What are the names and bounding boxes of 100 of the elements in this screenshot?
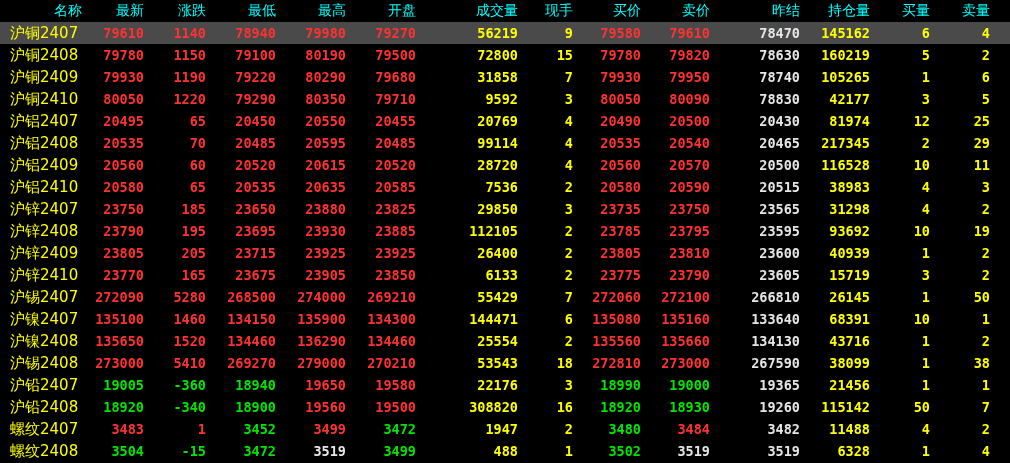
- table-cell-text: 20560: [102, 157, 144, 173]
- table-cell-text: 20590: [668, 179, 710, 195]
- table-cell-text: 16: [555, 399, 573, 415]
- contract-name: 沪铝2407: [10, 111, 80, 131]
- table-cell-text: 20465: [758, 135, 800, 151]
- table-cell-text: 1520: [172, 333, 206, 349]
- table-cell-text: 308820: [468, 399, 518, 415]
- table-cell-text: 79950: [668, 69, 710, 85]
- table-cell-text: 2: [980, 245, 990, 261]
- table-cell-text: 23650: [234, 201, 276, 217]
- table-cell-text: -15: [180, 443, 206, 459]
- quote-row[interactable]: 沪铜2410 80050 1220 79290 80350 79710 9592 3 80050 80090 78830 42177 3 5: [0, 88, 1010, 110]
- table-cell-text: 3: [563, 201, 573, 217]
- quote-row[interactable]: 沪镍2407 135100 1460 134150 135900 134300 144471 6 135080 135160 133640 68391 10 1: [0, 308, 1010, 330]
- table-cell-text: 267590: [750, 355, 800, 371]
- table-cell-text: 6: [980, 69, 990, 85]
- table-cell-text: 1: [920, 377, 930, 393]
- table-cell-text: 3502: [607, 443, 641, 459]
- quote-row[interactable]: 沪锌2407 23750 185 23650 23880 23825 29850 3 23735 23750 23565 31298 4 2: [0, 198, 1010, 220]
- quote-row[interactable]: 沪锡2407 272090 5280 268500 274000 269210 55429 7 272060 272100 266810 26145 1 50: [0, 286, 1010, 308]
- column-header[interactable]: 卖价: [641, 2, 710, 20]
- table-cell-text: 23775: [599, 267, 641, 283]
- table-cell-text: 2: [563, 179, 573, 195]
- table-cell-text: 23790: [102, 223, 144, 239]
- table-cell-text: 266810: [750, 289, 800, 305]
- table-cell-text: 185: [180, 201, 206, 217]
- table-cell-text: 1: [920, 289, 930, 305]
- quote-row[interactable]: 沪锌2410 23770 165 23675 23905 23850 6133 2 23775 23790 23605 15719 3 2: [0, 264, 1010, 286]
- table-cell-text: 135080: [591, 311, 641, 327]
- table-cell-text: 2: [563, 333, 573, 349]
- table-cell-text: 2: [563, 223, 573, 239]
- quote-row[interactable]: 沪铅2407 19005 -360 18940 19650 19580 22176 3 18990 19000 19365 21456 1 1: [0, 374, 1010, 396]
- table-cell-text: 80290: [304, 69, 346, 85]
- table-cell-text: 112105: [468, 223, 518, 239]
- quote-row[interactable]: 沪铜2409 79930 1190 79220 80290 79680 31858 7 79930 79950 78740 105265 1 6: [0, 66, 1010, 88]
- column-header[interactable]: 买量: [870, 2, 930, 20]
- table-cell-text: 1: [920, 355, 930, 371]
- table-cell-text: 15719: [828, 267, 870, 283]
- quote-row[interactable]: 沪铝2408 20535 70 20485 20595 20485 99114 4 20535 20540 20465 217345 2 29: [0, 132, 1010, 154]
- column-header[interactable]: 成交量: [416, 2, 518, 20]
- quote-row[interactable]: 沪铝2409 20560 60 20520 20615 20520 28720 4 20560 20570 20500 116528 10 11: [0, 154, 1010, 176]
- contract-name: 沪铝2408: [10, 133, 80, 153]
- table-cell-text: 217345: [820, 135, 870, 151]
- column-header[interactable]: 最低: [206, 2, 276, 20]
- table-cell-text: 20580: [599, 179, 641, 195]
- quote-row[interactable]: 沪铝2410 20580 65 20535 20635 20585 7536 2 20580 20590 20515 38983 4 3: [0, 176, 1010, 198]
- quote-row[interactable]: 沪铜2407 79610 1140 78940 79980 79270 56219 9 79580 79610 78470 145162 6 4: [0, 22, 1010, 44]
- column-header[interactable]: 最高: [276, 2, 346, 20]
- column-header[interactable]: 涨跌: [144, 2, 206, 20]
- table-cell-text: 23930: [304, 223, 346, 239]
- table-cell-text: 12: [912, 113, 930, 129]
- table-cell-text: 144471: [468, 311, 518, 327]
- table-cell-text: 20580: [102, 179, 144, 195]
- table-cell-text: 1140: [172, 25, 206, 41]
- column-header[interactable]: 持仓量: [800, 2, 870, 20]
- table-cell-text: 3482: [766, 421, 800, 437]
- table-cell-text: 11488: [828, 421, 870, 437]
- column-header[interactable]: 昨结: [710, 2, 800, 20]
- table-cell-text: 2: [980, 421, 990, 437]
- table-cell-text: 3472: [242, 443, 276, 459]
- table-cell-text: 22176: [476, 377, 518, 393]
- table-cell-text: 20495: [102, 113, 144, 129]
- table-cell-text: 160219: [820, 47, 870, 63]
- table-cell-text: 135660: [660, 333, 710, 349]
- table-cell-text: 20455: [374, 113, 416, 129]
- table-cell-text: 79220: [234, 69, 276, 85]
- quote-row[interactable]: 沪锌2409 23805 205 23715 23925 23925 26400 2 23805 23810 23600 40939 1 2: [0, 242, 1010, 264]
- table-cell-text: 20550: [304, 113, 346, 129]
- table-cell-text: 6: [920, 25, 930, 41]
- quote-row[interactable]: 螺纹2408 3504 -15 3472 3519 3499 488 1 3502 3519 3519 6328 1 4: [0, 440, 1010, 462]
- table-cell-text: 23825: [374, 201, 416, 217]
- column-header[interactable]: 开盘: [346, 2, 416, 20]
- table-cell-text: 269270: [226, 355, 276, 371]
- quote-row[interactable]: 沪铅2408 18920 -340 18900 19560 19500 308820 16 18920 18930 19260 115142 50 7: [0, 396, 1010, 418]
- column-header[interactable]: 买价: [573, 2, 641, 20]
- table-cell-text: 1190: [172, 69, 206, 85]
- table-cell-text: 6328: [836, 443, 870, 459]
- table-cell-text: 20615: [304, 157, 346, 173]
- column-header[interactable]: 现手: [518, 2, 573, 20]
- quote-row[interactable]: 沪镍2408 135650 1520 134460 136290 134460 25554 2 135560 135660 134130 43716 1 2: [0, 330, 1010, 352]
- table-cell-text: 18920: [599, 399, 641, 415]
- column-header[interactable]: 名称: [10, 2, 92, 20]
- column-header[interactable]: 卖量: [930, 2, 990, 20]
- quote-row[interactable]: 沪铝2407 20495 65 20450 20550 20455 20769 4 20490 20500 20430 81974 12 25: [0, 110, 1010, 132]
- table-cell-text: 134460: [366, 333, 416, 349]
- table-cell-text: 23600: [758, 245, 800, 261]
- column-header[interactable]: 最新: [92, 2, 144, 20]
- quote-row[interactable]: 沪铜2408 79780 1150 79100 80190 79500 72800 15 79780 79820 78630 160219 5 2: [0, 44, 1010, 66]
- table-cell-text: 79710: [374, 91, 416, 107]
- table-cell-text: 25: [972, 113, 990, 129]
- table-cell-text: 79930: [599, 69, 641, 85]
- table-cell-text: 7: [563, 69, 573, 85]
- quote-row[interactable]: 沪锌2408 23790 195 23695 23930 23885 112105 2 23785 23795 23595 93692 10 19: [0, 220, 1010, 242]
- table-cell-text: 135900: [296, 311, 346, 327]
- table-cell-text: 20595: [304, 135, 346, 151]
- table-cell-text: 70: [188, 135, 206, 151]
- table-cell-text: 1: [920, 69, 930, 85]
- quote-row[interactable]: 螺纹2407 3483 1 3452 3499 3472 1947 2 3480 3484 3482 11488 4 2: [0, 418, 1010, 440]
- table-cell-text: 268500: [226, 289, 276, 305]
- quote-row[interactable]: 沪锡2408 273000 5410 269270 279000 270210 53543 18 272810 273000 267590 38099 1 38: [0, 352, 1010, 374]
